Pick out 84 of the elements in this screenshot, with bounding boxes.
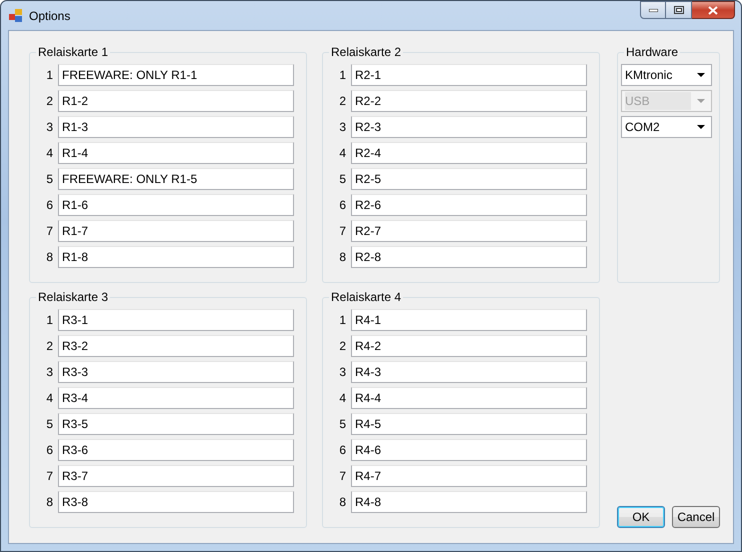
- row-number: 6: [45, 197, 53, 214]
- text-field[interactable]: R4-3: [351, 361, 587, 383]
- dropdown-caret-icon: [697, 73, 705, 77]
- text-field[interactable]: R1-6: [58, 194, 294, 216]
- text-field[interactable]: R1-2: [58, 90, 294, 112]
- row-number: 4: [338, 390, 346, 407]
- maximize-button[interactable]: [666, 1, 692, 19]
- text-field[interactable]: R2-7: [351, 220, 587, 242]
- text-field[interactable]: FREEWARE: ONLY R1-5: [58, 168, 294, 190]
- close-icon: [708, 6, 718, 14]
- row-number: 2: [45, 338, 53, 355]
- text-field[interactable]: R3-6: [58, 439, 294, 461]
- group-title: Relaiskarte 3: [36, 290, 110, 304]
- text-field[interactable]: R4-6: [351, 439, 587, 461]
- text-field[interactable]: R2-3: [351, 116, 587, 138]
- text-field[interactable]: R2-8: [351, 246, 587, 268]
- text-field[interactable]: R2-2: [351, 90, 587, 112]
- row-number: 5: [45, 171, 53, 188]
- text-field[interactable]: R4-8: [351, 491, 587, 513]
- text-field[interactable]: R3-1: [58, 309, 294, 331]
- row-number: 8: [45, 494, 53, 511]
- text-field[interactable]: R4-4: [351, 387, 587, 409]
- row-number: 6: [338, 197, 346, 214]
- text-field[interactable]: R3-4: [58, 387, 294, 409]
- text-field[interactable]: R3-5: [58, 413, 294, 435]
- text-field[interactable]: R4-7: [351, 465, 587, 487]
- row-number: 3: [45, 364, 53, 381]
- maximize-icon: [674, 6, 684, 14]
- row-number: 1: [45, 312, 53, 329]
- row-number: 7: [338, 223, 346, 240]
- minimize-icon: [648, 8, 658, 12]
- app-icon: [9, 8, 23, 22]
- row-number: 6: [338, 442, 346, 459]
- dialog-button[interactable]: Cancel: [672, 506, 720, 528]
- row-number: 8: [338, 249, 346, 266]
- text-field[interactable]: R1-7: [58, 220, 294, 242]
- row-number: 1: [45, 67, 53, 84]
- row-number: 6: [45, 442, 53, 459]
- text-field[interactable]: R1-8: [58, 246, 294, 268]
- row-number: 3: [338, 364, 346, 381]
- close-button[interactable]: [692, 1, 735, 19]
- row-number: 4: [45, 390, 53, 407]
- row-number: 8: [338, 494, 346, 511]
- text-field[interactable]: R2-1: [351, 64, 587, 86]
- row-number: 8: [45, 249, 53, 266]
- row-number: 7: [338, 468, 346, 485]
- row-number: 4: [45, 145, 53, 162]
- row-number: 5: [45, 416, 53, 433]
- row-number: 3: [45, 119, 53, 136]
- text-field[interactable]: R2-4: [351, 142, 587, 164]
- text-field[interactable]: R3-2: [58, 335, 294, 357]
- text-field[interactable]: R3-8: [58, 491, 294, 513]
- row-number: 5: [338, 171, 346, 188]
- group-title: Relaiskarte 1: [36, 45, 110, 59]
- row-number: 2: [338, 338, 346, 355]
- text-field[interactable]: R4-5: [351, 413, 587, 435]
- row-number: 2: [338, 93, 346, 110]
- row-number: 3: [338, 119, 346, 136]
- row-number: 1: [338, 312, 346, 329]
- group-title: Relaiskarte 2: [329, 45, 404, 59]
- dialog-button[interactable]: OK: [617, 506, 665, 528]
- dropdown[interactable]: KMtronic: [621, 64, 712, 86]
- dropdown-caret-icon: [697, 99, 705, 103]
- text-field[interactable]: R1-4: [58, 142, 294, 164]
- minimize-button[interactable]: [640, 1, 666, 19]
- row-number: 1: [338, 67, 346, 84]
- row-number: 7: [45, 468, 53, 485]
- row-number: 7: [45, 223, 53, 240]
- dropdown-caret-icon: [697, 125, 705, 129]
- text-field[interactable]: R3-7: [58, 465, 294, 487]
- text-field[interactable]: R2-5: [351, 168, 587, 190]
- text-field[interactable]: R4-1: [351, 309, 587, 331]
- group-title: Relaiskarte 4: [329, 290, 404, 304]
- dropdown[interactable]: COM2: [621, 116, 712, 138]
- text-field[interactable]: R4-2: [351, 335, 587, 357]
- window-title: Options: [29, 8, 70, 24]
- row-number: 5: [338, 416, 346, 433]
- group-title: Hardware: [624, 45, 680, 59]
- row-number: 4: [338, 145, 346, 162]
- text-field[interactable]: R2-6: [351, 194, 587, 216]
- text-field[interactable]: FREEWARE: ONLY R1-1: [58, 64, 294, 86]
- text-field[interactable]: R1-3: [58, 116, 294, 138]
- row-number: 2: [45, 93, 53, 110]
- text-field[interactable]: R3-3: [58, 361, 294, 383]
